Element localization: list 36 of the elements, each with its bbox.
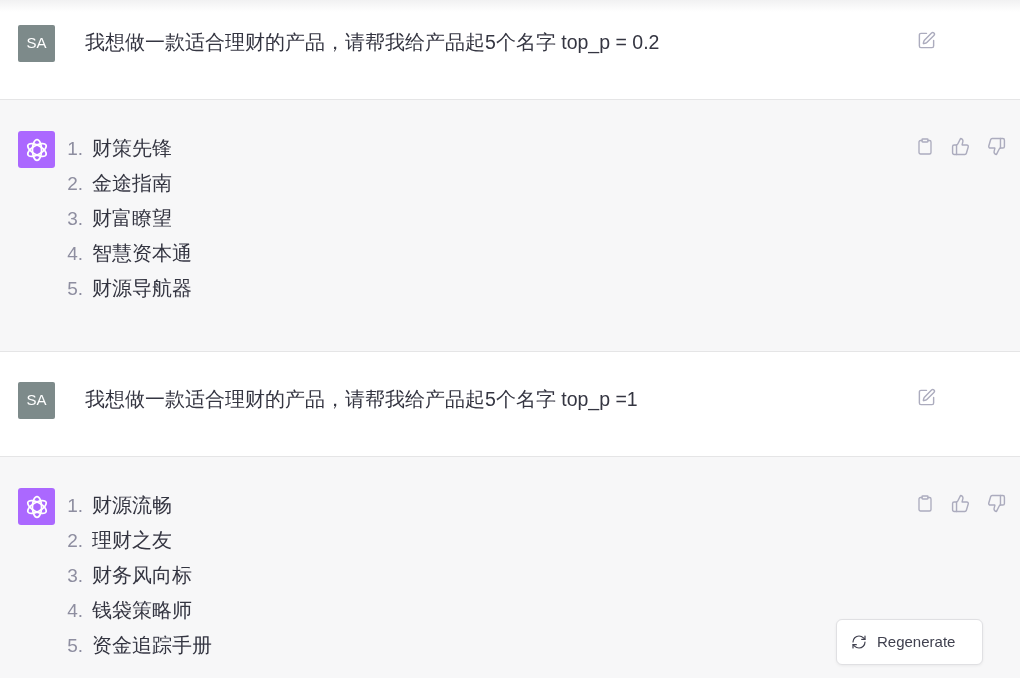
list-item-text: 金途指南 — [92, 171, 172, 196]
list-item-text: 资金追踪手册 — [92, 633, 212, 658]
copy-icon[interactable] — [916, 494, 934, 513]
list-number: 4. — [66, 599, 83, 623]
logo-icon — [18, 488, 55, 525]
list-item-text: 智慧资本通 — [92, 241, 192, 266]
message-text: 我想做一款适合理财的产品，请帮我给产品起5个名字 top_p = 0.2 — [85, 30, 660, 56]
list-item-text: 财务风向标 — [92, 563, 192, 588]
refresh-icon — [851, 634, 867, 650]
logo-icon — [18, 131, 55, 168]
message-text: 我想做一款适合理财的产品，请帮我给产品起5个名字 top_p =1 — [85, 387, 638, 413]
list-number: 3. — [66, 564, 83, 588]
list-item-text: 财源导航器 — [92, 276, 192, 301]
thumbs-down-icon[interactable] — [987, 494, 1006, 513]
thumbs-down-icon[interactable] — [987, 137, 1006, 156]
list-number: 4. — [66, 242, 83, 266]
thumbs-up-icon[interactable] — [951, 137, 970, 156]
list-item-text: 钱袋策略师 — [92, 598, 192, 623]
list-number: 1. — [66, 494, 83, 518]
regenerate-button[interactable]: Regenerate — [836, 619, 983, 665]
list-item-text: 财策先锋 — [92, 136, 172, 161]
copy-icon[interactable] — [916, 137, 934, 156]
edit-icon[interactable] — [917, 31, 936, 50]
thumbs-up-icon[interactable] — [951, 494, 970, 513]
list-number: 2. — [66, 529, 83, 553]
list-number: 1. — [66, 137, 83, 161]
edit-icon[interactable] — [917, 388, 936, 407]
user-avatar: SA — [18, 25, 55, 62]
list-item-text: 财源流畅 — [92, 493, 172, 518]
list-number: 3. — [66, 207, 83, 231]
list-item-text: 理财之友 — [92, 528, 172, 553]
list-number: 5. — [66, 634, 83, 658]
list-number: 5. — [66, 277, 83, 301]
user-avatar: SA — [18, 382, 55, 419]
list-number: 2. — [66, 172, 83, 196]
list-item-text: 财富瞭望 — [92, 206, 172, 231]
